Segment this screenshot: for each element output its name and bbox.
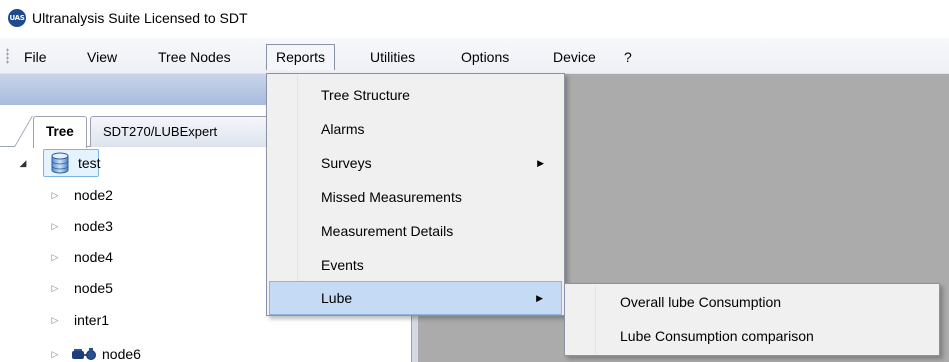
- reports-dropdown-menu: Tree Structure Alarms Surveys ▶ Missed M…: [266, 73, 565, 316]
- menu-item-alarms[interactable]: Alarms: [269, 112, 562, 146]
- tree-node-label: node4: [74, 249, 113, 265]
- lube-submenu: Overall lube Consumption Lube Consumptio…: [564, 283, 940, 356]
- tab-sdt270-lubexpert[interactable]: SDT270/LUBExpert: [90, 116, 290, 147]
- menu-item-lube[interactable]: Lube ▶: [269, 281, 562, 315]
- expand-arrow-icon[interactable]: ▷: [50, 243, 60, 271]
- expand-arrow-icon[interactable]: ▷: [50, 274, 60, 302]
- menu-item-label: Alarms: [321, 121, 365, 137]
- menu-help[interactable]: ?: [615, 44, 641, 70]
- menu-item-label: Lube: [321, 290, 353, 306]
- tree-node-label: node2: [74, 187, 113, 203]
- menu-item-label: Missed Measurements: [321, 189, 462, 205]
- menu-reports[interactable]: Reports: [266, 44, 336, 70]
- tab-tree[interactable]: Tree: [33, 116, 87, 148]
- menu-item-label: Lube Consumption comparison: [620, 328, 814, 344]
- menu-item-measurement-details[interactable]: Measurement Details: [269, 214, 562, 248]
- menu-tree-nodes[interactable]: Tree Nodes: [149, 44, 240, 70]
- menu-file[interactable]: File: [15, 44, 56, 70]
- window-title: Ultranalysis Suite Licensed to SDT: [32, 10, 248, 26]
- submenu-arrow-icon: ▶: [536, 293, 543, 303]
- menu-item-label: Measurement Details: [321, 223, 454, 239]
- expand-arrow-icon[interactable]: ▷: [50, 340, 60, 362]
- tree-node-label: node6: [102, 346, 141, 362]
- menu-item-label: Overall lube Consumption: [620, 294, 782, 310]
- tree-node-label: inter1: [74, 312, 110, 328]
- menu-item-tree-structure[interactable]: Tree Structure: [269, 78, 562, 112]
- database-icon: [51, 152, 69, 174]
- expand-arrow-icon[interactable]: ▷: [50, 181, 60, 209]
- menu-item-lube-consumption-comparison[interactable]: Lube Consumption comparison: [567, 319, 937, 353]
- menu-item-surveys[interactable]: Surveys ▶: [269, 146, 562, 180]
- menu-item-overall-lube-consumption[interactable]: Overall lube Consumption: [567, 285, 937, 319]
- menu-options[interactable]: Options: [452, 44, 518, 70]
- menu-item-missed-measurements[interactable]: Missed Measurements: [269, 180, 562, 214]
- expand-arrow-icon[interactable]: ▷: [50, 212, 60, 240]
- tree-node-label: node5: [74, 280, 113, 296]
- tree-node-label: node3: [74, 218, 113, 234]
- menu-view[interactable]: View: [78, 44, 126, 70]
- menu-item-label: Events: [321, 257, 364, 273]
- submenu-arrow-icon: ▶: [537, 158, 544, 168]
- app-logo-icon: UAS: [8, 9, 26, 27]
- menu-utilities[interactable]: Utilities: [361, 44, 424, 70]
- tree-root-label: test: [78, 155, 101, 171]
- title-bar: UAS Ultranalysis Suite Licensed to SDT: [0, 0, 949, 38]
- menu-bar: File View Tree Nodes Reports Utilities O…: [0, 38, 949, 74]
- menubar-grip-icon[interactable]: [6, 48, 9, 64]
- motor-pump-icon: [72, 348, 96, 360]
- collapse-arrow-icon[interactable]: ◢: [18, 149, 28, 177]
- menu-item-label: Tree Structure: [321, 87, 410, 103]
- expand-arrow-icon[interactable]: ▷: [50, 306, 60, 334]
- menu-device[interactable]: Device: [544, 44, 605, 70]
- menu-item-events[interactable]: Events: [269, 248, 562, 282]
- menu-item-label: Surveys: [321, 155, 372, 171]
